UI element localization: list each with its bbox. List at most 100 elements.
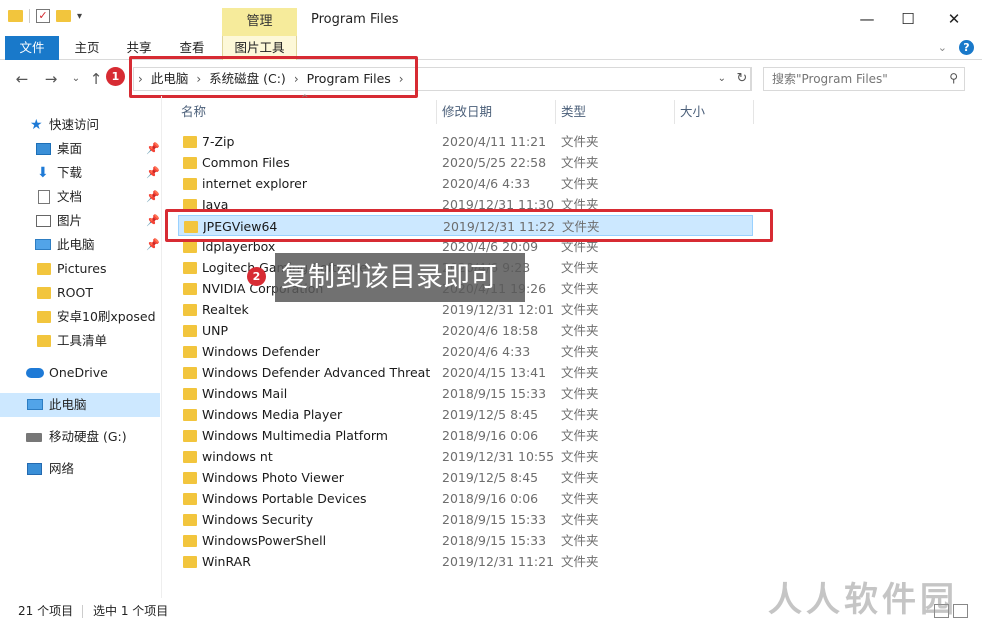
tab-file[interactable]: 文件 [5, 36, 59, 60]
folder-icon[interactable] [8, 10, 23, 22]
sidebar-item-downloads[interactable]: ⬇ 下载 📌 [0, 161, 160, 185]
file-type: 文件夹 [561, 491, 599, 506]
column-date-modified[interactable]: 修改日期 [436, 100, 556, 124]
file-name: Windows Portable Devices [202, 491, 367, 506]
sidebar-item-removable-drive[interactable]: 移动硬盘 (G:) [0, 425, 160, 449]
file-row[interactable]: Windows Defender 2020/4/6 4:33 文件夹 [178, 341, 753, 362]
pin-icon[interactable]: 📌 [146, 185, 160, 209]
item-count: 21 个项目 [18, 604, 74, 618]
sidebar-item-android-xposed[interactable]: 安卓10刷xposed [0, 305, 160, 329]
chevron-down-icon[interactable]: ▾ [77, 11, 82, 22]
desktop-icon [36, 143, 51, 155]
file-row[interactable]: WindowsPowerShell 2018/9/15 15:33 文件夹 [178, 530, 753, 551]
tab-home[interactable]: 主页 [65, 36, 109, 60]
folder-icon [183, 493, 197, 505]
address-dropdown-icon[interactable]: ⌄ [718, 68, 726, 90]
folder-icon [183, 283, 197, 295]
file-date: 2018/9/16 0:06 [442, 428, 539, 443]
expand-ribbon-icon[interactable]: ⌄ [938, 41, 947, 54]
sidebar-item-label: Pictures [57, 261, 107, 276]
sidebar-item-documents[interactable]: 文档 📌 [0, 185, 160, 209]
sidebar-item-root[interactable]: ROOT [0, 281, 160, 305]
folder-icon [183, 178, 197, 190]
file-type: 文件夹 [561, 428, 599, 443]
file-name: Windows Multimedia Platform [202, 428, 388, 443]
sidebar-item-this-pc-quick[interactable]: 此电脑 📌 [0, 233, 160, 257]
file-date: 2020/4/6 4:33 [442, 344, 531, 359]
file-row[interactable]: internet explorer 2020/4/6 4:33 文件夹 [178, 173, 753, 194]
drive-icon [26, 433, 42, 442]
new-folder-icon[interactable] [56, 10, 71, 22]
file-row[interactable]: Windows Media Player 2019/12/5 8:45 文件夹 [178, 404, 753, 425]
folder-icon [183, 325, 197, 337]
folder-icon [183, 304, 197, 316]
sidebar-item-onedrive[interactable]: OneDrive [0, 361, 160, 385]
annotation-caption: 复制到该目录即可 [275, 253, 525, 302]
file-row[interactable]: windows nt 2019/12/31 10:55 文件夹 [178, 446, 753, 467]
file-row[interactable]: Common Files 2020/5/25 22:58 文件夹 [178, 152, 753, 173]
file-type: 文件夹 [561, 470, 599, 485]
sidebar-item-this-pc[interactable]: 此电脑 [0, 393, 160, 417]
minimize-button[interactable]: — [856, 8, 878, 30]
pin-icon[interactable]: 📌 [146, 137, 160, 161]
maximize-button[interactable]: ☐ [897, 8, 919, 30]
navigation-pane: ★ 快速访问 桌面 📌 ⬇ 下载 📌 文档 📌 图片 📌 此电脑 📌 Pictu… [0, 96, 162, 598]
file-name: WinRAR [202, 554, 251, 569]
file-row[interactable]: Windows Defender Advanced Threat ... 2020… [178, 362, 753, 383]
sidebar-item-desktop[interactable]: 桌面 📌 [0, 137, 160, 161]
pin-icon[interactable]: 📌 [146, 233, 160, 257]
close-button[interactable]: ✕ [943, 8, 965, 30]
forward-arrow-icon[interactable]: → [41, 69, 61, 89]
sidebar-item-label: ROOT [57, 285, 93, 300]
folder-icon [37, 311, 51, 323]
sidebar-item-network[interactable]: 网络 [0, 457, 160, 481]
file-row[interactable]: Realtek 2019/12/31 12:01 文件夹 [178, 299, 753, 320]
column-name[interactable]: 名称 [175, 100, 437, 124]
search-box[interactable]: ⚲ [763, 67, 965, 91]
file-name: Windows Security [202, 512, 314, 527]
quick-access-toolbar: ✓ ▾ [8, 9, 82, 23]
sidebar-item-label: OneDrive [49, 365, 108, 380]
up-arrow-icon[interactable]: ↑ [86, 69, 106, 89]
file-row[interactable]: Windows Photo Viewer 2019/12/5 8:45 文件夹 [178, 467, 753, 488]
recent-chevron-down-icon[interactable]: ⌄ [66, 69, 86, 89]
file-row[interactable]: Windows Portable Devices 2018/9/16 0:06 文件… [178, 488, 753, 509]
file-row[interactable]: Windows Security 2018/9/15 15:33 文件夹 [178, 509, 753, 530]
refresh-icon[interactable]: ↻ [733, 67, 752, 91]
sidebar-item-tool-list[interactable]: 工具清单 [0, 329, 160, 353]
properties-icon[interactable]: ✓ [36, 9, 50, 23]
pin-icon[interactable]: 📌 [146, 161, 160, 185]
file-row[interactable]: Windows Multimedia Platform 2018/9/16 0:0… [178, 425, 753, 446]
back-arrow-icon[interactable]: ← [12, 69, 32, 89]
help-icon[interactable]: ? [959, 40, 974, 55]
file-row[interactable]: WinRAR 2019/12/31 11:21 文件夹 [178, 551, 753, 572]
sidebar-item-pictures[interactable]: 图片 📌 [0, 209, 160, 233]
sidebar-item-label: 下载 [57, 165, 83, 180]
file-name: Windows Defender Advanced Threat ... [202, 365, 434, 380]
file-type: 文件夹 [561, 134, 599, 149]
sidebar-item-quick-access[interactable]: ★ 快速访问 [0, 113, 160, 137]
window-title: Program Files [311, 12, 399, 27]
folder-icon [183, 535, 197, 547]
annotation-box-address [129, 56, 418, 98]
tab-manage[interactable]: 管理 [222, 8, 297, 36]
search-input[interactable] [764, 68, 939, 90]
file-name: UNP [202, 323, 229, 338]
file-name: internet explorer [202, 176, 308, 191]
file-row[interactable]: 7-Zip 2020/4/11 11:21 文件夹 [178, 131, 753, 152]
sidebar-item-pictures-folder[interactable]: Pictures [0, 257, 160, 281]
file-name: Common Files [202, 155, 290, 170]
folder-icon [183, 388, 197, 400]
file-row[interactable]: UNP 2020/4/6 18:58 文件夹 [178, 320, 753, 341]
file-row[interactable]: Windows Mail 2018/9/15 15:33 文件夹 [178, 383, 753, 404]
column-size[interactable]: 大小 [674, 100, 754, 124]
search-icon[interactable]: ⚲ [949, 71, 958, 85]
computer-icon [35, 239, 51, 250]
onedrive-icon [26, 368, 44, 378]
column-type[interactable]: 类型 [555, 100, 675, 124]
file-date: 2018/9/15 15:33 [442, 533, 547, 548]
file-date: 2018/9/15 15:33 [442, 512, 547, 527]
file-name: windows nt [202, 449, 273, 464]
pin-icon[interactable]: 📌 [146, 209, 160, 233]
file-name: Windows Defender [202, 344, 320, 359]
